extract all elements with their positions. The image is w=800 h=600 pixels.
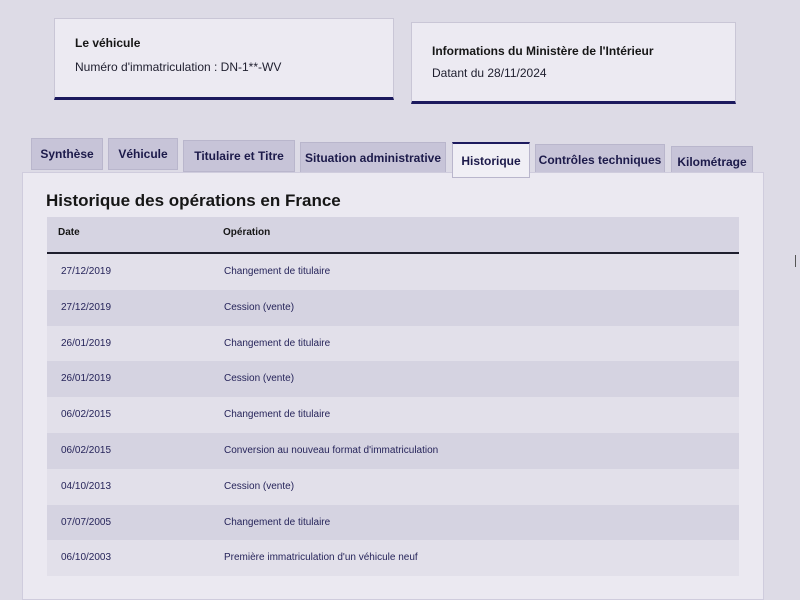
row-date: 06/02/2015 [61, 409, 112, 421]
row-date: 06/02/2015 [61, 444, 112, 456]
row-operation: Changement de titulaire [224, 516, 331, 528]
row-operation: Première immatriculation d'un véhicule n… [224, 552, 418, 564]
table-row: 26/01/2019 Cession (vente) [47, 361, 739, 398]
ministry-card-title: Informations du Ministère de l'Intérieur [432, 44, 654, 58]
vehicle-info-card: Le véhicule Numéro d'immatriculation : D… [54, 18, 394, 100]
vehicle-card-title: Le véhicule [75, 36, 141, 50]
row-operation: Changement de titulaire [224, 409, 331, 421]
table-row: 26/01/2019 Changement de titulaire [47, 325, 739, 362]
table-row: 27/12/2019 Cession (vente) [47, 289, 739, 326]
table-body: 27/12/2019 Changement de titulaire 27/12/2… [47, 254, 739, 577]
row-date: 27/12/2019 [61, 266, 112, 277]
ministry-info-card: Informations du Ministère de l'Intérieur… [411, 22, 736, 104]
registration-number: Numéro d'immatriculation : DN-1**-WV [75, 60, 282, 74]
mouse-cursor-icon [795, 255, 800, 267]
tab-synthese[interactable]: Synthèse [31, 138, 103, 170]
row-date: 26/01/2019 [61, 373, 112, 385]
ministry-data-date: Datant du 28/11/2024 [432, 66, 547, 80]
row-operation: Cession (vente) [224, 301, 295, 313]
row-date: 04/10/2013 [61, 480, 112, 492]
table-row: 27/12/2019 Changement de titulaire [47, 254, 739, 290]
row-date: 07/07/2005 [61, 516, 112, 528]
table-header: Date Opération [47, 217, 739, 254]
row-date: 26/01/2019 [61, 337, 112, 349]
history-panel: Historique des opérations en France Date… [22, 172, 764, 600]
row-date: 27/12/2019 [61, 301, 112, 313]
tab-historique[interactable]: Historique [452, 142, 530, 178]
tab-titulaire-et-titre[interactable]: Titulaire et Titre [183, 140, 295, 172]
row-operation: Changement de titulaire [224, 266, 331, 277]
history-table: Date Opération 27/12/2019 Changement de t… [47, 217, 739, 577]
column-header-operation: Opération [223, 227, 271, 238]
table-row: 07/07/2005 Changement de titulaire [47, 504, 739, 541]
table-row: 04/10/2013 Cession (vente) [47, 468, 739, 505]
tab-bar: Synthèse Véhicule Titulaire et Titre Sit… [31, 138, 771, 178]
row-operation: Cession (vente) [224, 480, 295, 492]
table-row: 06/02/2015 Changement de titulaire [47, 397, 739, 433]
column-header-date: Date [58, 227, 80, 238]
row-date: 06/10/2003 [61, 552, 112, 564]
tab-situation-administrative[interactable]: Situation administrative [300, 142, 446, 174]
tab-vehicule[interactable]: Véhicule [108, 138, 178, 170]
table-row: 06/02/2015 Conversion au nouveau format d… [47, 432, 739, 469]
table-row: 06/10/2003 Première immatriculation d'un … [47, 540, 739, 577]
row-operation: Changement de titulaire [224, 337, 331, 349]
history-title: Historique des opérations en France [46, 191, 341, 210]
row-operation: Cession (vente) [224, 373, 295, 385]
row-operation: Conversion au nouveau format d'immatricu… [224, 444, 439, 456]
